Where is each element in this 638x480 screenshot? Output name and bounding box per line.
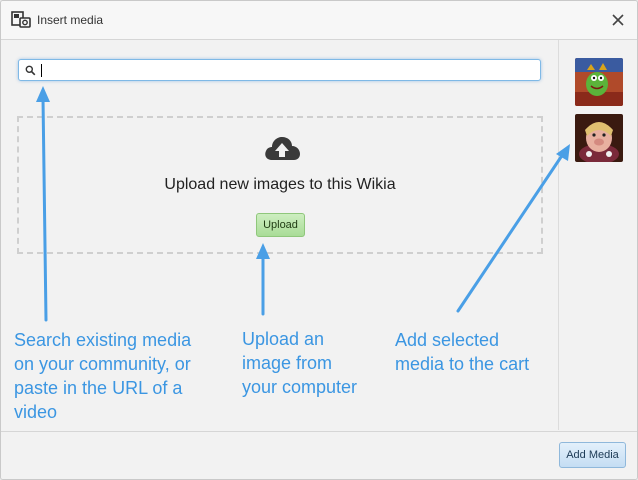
upload-annotation-line: your computer xyxy=(242,377,358,397)
search-annotation: Search existing media on your community,… xyxy=(14,328,234,424)
upload-annotation-line: Upload an xyxy=(242,329,325,349)
miss-piggy-image xyxy=(575,114,623,162)
cart-annotation-line: media to the cart xyxy=(395,354,530,374)
add-media-button[interactable]: Add Media xyxy=(559,442,626,468)
cloud-upload-icon xyxy=(265,137,300,160)
upload-dropzone[interactable]: Upload new images to this Wikia Upload xyxy=(17,116,543,254)
search-annotation-line: paste in the URL of a xyxy=(14,378,183,398)
text-caret xyxy=(41,64,42,77)
dialog-titlebar: Insert media xyxy=(1,1,637,40)
upload-heading: Upload new images to this Wikia xyxy=(164,176,396,193)
cart-annotation-line: Add selected xyxy=(395,330,500,350)
media-cart xyxy=(558,40,637,430)
search-box[interactable] xyxy=(18,59,541,81)
search-input[interactable] xyxy=(41,62,536,78)
search-annotation-line: Search existing media xyxy=(14,330,192,350)
close-icon[interactable] xyxy=(607,9,629,31)
dialog-title: Insert media xyxy=(37,13,104,27)
search-icon xyxy=(25,65,36,76)
dialog-footer: Add Media xyxy=(1,431,637,479)
upload-annotation: Upload an image from your computer xyxy=(242,327,392,399)
search-annotation-line: on your community, or xyxy=(14,354,191,374)
upload-button[interactable]: Upload xyxy=(256,213,305,237)
cart-thumbnail-kermit[interactable] xyxy=(575,58,623,106)
search-annotation-line: video xyxy=(14,402,58,422)
cart-annotation: Add selected media to the cart xyxy=(395,328,555,376)
kermit-image xyxy=(575,58,623,106)
upload-annotation-line: image from xyxy=(242,353,333,373)
cart-thumbnail-miss-piggy[interactable] xyxy=(575,114,623,162)
insert-media-icon xyxy=(11,11,31,28)
